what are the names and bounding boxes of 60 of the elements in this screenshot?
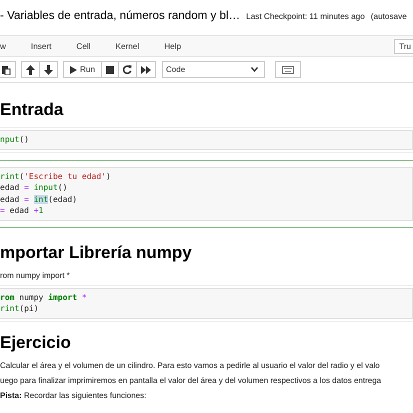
trusted-button[interactable]: Tru <box>394 39 413 54</box>
code-text: () <box>58 183 68 192</box>
section-heading: Entrada <box>0 99 64 121</box>
code-text: edad <box>0 183 20 192</box>
code-operator: = <box>0 206 5 215</box>
stop-icon <box>106 66 114 74</box>
code-operator: = <box>24 183 29 192</box>
code-text: (pi) <box>19 304 39 313</box>
code-operator: + <box>34 206 39 215</box>
section-heading: Ejercicio <box>0 332 72 354</box>
keyboard-button[interactable] <box>275 61 302 78</box>
code-builtin: nput <box>0 135 20 144</box>
fast-forward-button[interactable] <box>136 61 156 78</box>
code-keyword: import <box>48 292 78 302</box>
restart-button[interactable] <box>118 61 138 78</box>
code-operator: = <box>24 194 29 204</box>
code-selection: int <box>34 194 48 204</box>
autosave-status: (autosave <box>370 12 407 21</box>
code-operator: * <box>82 292 87 302</box>
code-text: edad <box>0 194 20 204</box>
paragraph-text: uego para finalizar imprimiremos en pantalla el valor del área y del volumen respectivos a los datos entrega <box>0 374 382 387</box>
restart-icon <box>123 65 132 74</box>
play-icon <box>70 66 77 74</box>
move-up-button[interactable] <box>21 61 40 78</box>
move-down-button[interactable] <box>39 61 58 78</box>
code-keyword: rom <box>0 292 14 302</box>
keyboard-icon <box>282 66 294 74</box>
clipboard-icon <box>0 64 10 74</box>
paragraph-text: Pista: Recordar las siguientes funciones: <box>0 390 148 402</box>
checkpoint-status: Last Checkpoint: 11 minutes ago <box>246 12 365 21</box>
code-builtin: input <box>34 183 58 192</box>
code-number: 1 <box>38 206 44 215</box>
menu-item[interactable]: Kernel <box>116 42 150 50</box>
code-cell[interactable]: rint('Escribe tu edad') edad = input() edad = int(edad) = edad +1 <box>0 160 413 228</box>
code-text: edad <box>10 206 29 215</box>
fast-forward-icon <box>141 66 152 74</box>
paste-button[interactable] <box>0 61 16 78</box>
code-builtin: rint <box>0 304 20 313</box>
menu-item[interactable]: Cell <box>76 42 102 50</box>
section-heading: mportar Librería numpy <box>0 242 193 264</box>
code-editor[interactable]: rint('Escribe tu edad') edad = input() edad = int(edad) = edad +1 <box>0 166 413 220</box>
code-builtin: rint <box>0 172 20 180</box>
notebook-title[interactable]: - Variables de entrada, números random y bl… <box>0 9 240 22</box>
code-string: 'Escribe tu edad' <box>24 172 106 180</box>
code-text: () <box>19 135 29 144</box>
code-text: numpy <box>19 292 44 302</box>
menu-item[interactable]: Help <box>164 42 192 50</box>
menu-item[interactable]: Insert <box>30 42 62 50</box>
cell-type-dropdown[interactable]: Code <box>162 61 266 78</box>
paragraph-text: rom numpy import * <box>0 270 71 282</box>
up-arrow-icon <box>26 64 35 74</box>
run-button[interactable]: Run <box>63 61 102 78</box>
menu-item[interactable]: w <box>0 42 17 50</box>
code-text: ) <box>106 172 111 180</box>
code-text: ( <box>19 172 24 180</box>
code-text: (edad) <box>48 194 78 204</box>
down-arrow-icon <box>44 64 53 74</box>
chevron-icon <box>251 67 258 72</box>
paragraph-text: Calcular el área y el volumen de un cilindro. Para esto vamos a pedirle al usuario el valor del radio y el valo <box>0 360 381 372</box>
stop-button[interactable] <box>101 61 120 78</box>
